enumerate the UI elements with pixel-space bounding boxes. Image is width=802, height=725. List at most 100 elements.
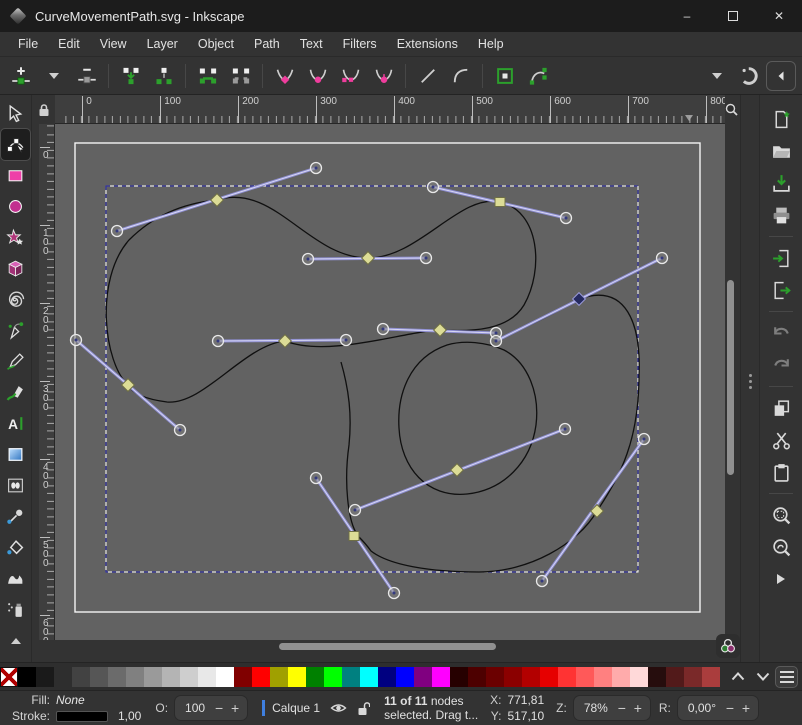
- canvas-svg[interactable]: [55, 124, 725, 640]
- zoom-value[interactable]: 78%: [578, 701, 614, 715]
- path-node-square[interactable]: [349, 532, 359, 541]
- palette-swatch[interactable]: [342, 667, 360, 687]
- palette-swatch[interactable]: [468, 667, 486, 687]
- calligraphy-tool[interactable]: [1, 377, 30, 408]
- palette-swatch[interactable]: [72, 667, 90, 687]
- palette-swatch[interactable]: [630, 667, 648, 687]
- insert-node-options-button[interactable]: [37, 60, 70, 92]
- palette-swatch[interactable]: [288, 667, 306, 687]
- opacity-spinner[interactable]: 100 − +: [174, 695, 248, 721]
- menu-help[interactable]: Help: [468, 34, 514, 54]
- layer-visibility-toggle[interactable]: [330, 701, 347, 715]
- palette-swatch[interactable]: [594, 667, 612, 687]
- star-tool[interactable]: [1, 222, 30, 253]
- menu-extensions[interactable]: Extensions: [387, 34, 468, 54]
- palette-swatch[interactable]: [486, 667, 504, 687]
- delete-node-button[interactable]: [70, 60, 103, 92]
- text-tool[interactable]: A: [1, 408, 30, 439]
- horizontal-scrollbar-thumb[interactable]: [279, 643, 496, 650]
- palette-swatch[interactable]: [360, 667, 378, 687]
- tweak-tool[interactable]: [1, 563, 30, 594]
- palette-swatch[interactable]: [36, 667, 54, 687]
- stroke-width-value[interactable]: 1,00: [118, 709, 141, 723]
- zoom-spinner[interactable]: 78% − +: [573, 695, 651, 721]
- palette-swatch[interactable]: [126, 667, 144, 687]
- rotation-decrease-button[interactable]: −: [722, 700, 738, 716]
- open-document-button[interactable]: [766, 136, 796, 166]
- opacity-increase-button[interactable]: +: [227, 700, 243, 716]
- palette-swatch[interactable]: [396, 667, 414, 687]
- palette-swatch[interactable]: [198, 667, 216, 687]
- spray-tool[interactable]: [1, 594, 30, 625]
- maximize-button[interactable]: [710, 0, 756, 32]
- make-smooth-button[interactable]: [301, 60, 334, 92]
- horizontal-ruler[interactable]: 0100200300400500600700800: [55, 95, 725, 124]
- palette-swatch[interactable]: [684, 667, 702, 687]
- palette-swatch[interactable]: [144, 667, 162, 687]
- layer-name[interactable]: Calque 1: [272, 701, 320, 715]
- menu-file[interactable]: File: [8, 34, 48, 54]
- segment-line-button[interactable]: [411, 60, 444, 92]
- segment-curve-button[interactable]: [444, 60, 477, 92]
- fill-stroke-indicator[interactable]: Fill: None Stroke: 1,00: [6, 693, 141, 723]
- palette-swatch[interactable]: [234, 667, 252, 687]
- menu-layer[interactable]: Layer: [137, 34, 188, 54]
- palette-swatch[interactable]: [540, 667, 558, 687]
- ruler-corner[interactable]: [32, 95, 55, 124]
- toolbox-overflow-button[interactable]: [1, 625, 30, 656]
- redo-button[interactable]: [766, 350, 796, 380]
- zoom-increase-button[interactable]: +: [630, 700, 646, 716]
- palette-menu-button[interactable]: [775, 666, 798, 688]
- box-3d-tool[interactable]: [1, 253, 30, 284]
- palette-swatch[interactable]: [216, 667, 234, 687]
- palette-swatch[interactable]: [306, 667, 324, 687]
- join-with-segment-button[interactable]: [191, 60, 224, 92]
- stroke-color-swatch[interactable]: [56, 711, 108, 722]
- dropper-tool[interactable]: [1, 501, 30, 532]
- palette-swatch[interactable]: [180, 667, 198, 687]
- rectangle-tool[interactable]: [1, 160, 30, 191]
- x-coord-options-button[interactable]: [700, 60, 733, 92]
- drawing-canvas[interactable]: [55, 124, 725, 640]
- palette-scroll-down-button[interactable]: [751, 666, 776, 688]
- pen-tool[interactable]: [1, 315, 30, 346]
- ellipse-tool[interactable]: [1, 191, 30, 222]
- save-document-button[interactable]: [766, 168, 796, 198]
- spiral-tool[interactable]: [1, 284, 30, 315]
- vertical-scrollbar-thumb[interactable]: [727, 280, 734, 475]
- palette-swatch[interactable]: [612, 667, 630, 687]
- zoom-drawing-button[interactable]: [766, 532, 796, 562]
- commandbar-overflow-button[interactable]: [766, 564, 796, 594]
- rotation-value[interactable]: 0,00°: [682, 701, 722, 715]
- rotation-spinner[interactable]: 0,00° − +: [677, 695, 759, 721]
- palette-scroll-up-button[interactable]: [726, 666, 751, 688]
- menu-edit[interactable]: Edit: [48, 34, 90, 54]
- break-nodes-button[interactable]: [147, 60, 180, 92]
- opacity-value[interactable]: 100: [179, 701, 211, 715]
- paint-bucket-tool[interactable]: [1, 532, 30, 563]
- vertical-scrollbar[interactable]: [725, 124, 737, 640]
- palette-swatch[interactable]: [648, 667, 666, 687]
- close-button[interactable]: ✕: [756, 0, 802, 32]
- rotation-increase-button[interactable]: +: [738, 700, 754, 716]
- palette-swatch[interactable]: [252, 667, 270, 687]
- insert-node-button[interactable]: [4, 60, 37, 92]
- make-auto-smooth-button[interactable]: [367, 60, 400, 92]
- vertical-ruler[interactable]: 0100200300400500600: [39, 124, 55, 640]
- make-symmetric-button[interactable]: [334, 60, 367, 92]
- export-button[interactable]: [766, 275, 796, 305]
- palette-swatch[interactable]: [504, 667, 522, 687]
- palette-swatch-none[interactable]: [0, 667, 18, 687]
- selector-tool[interactable]: [1, 98, 30, 129]
- palette-swatch[interactable]: [702, 667, 720, 687]
- palette-swatch[interactable]: [54, 667, 72, 687]
- horizontal-scrollbar[interactable]: [55, 640, 725, 653]
- mesh-gradient-tool[interactable]: [1, 470, 30, 501]
- paste-button[interactable]: [766, 457, 796, 487]
- minimize-button[interactable]: –: [664, 0, 710, 32]
- palette-swatch[interactable]: [576, 667, 594, 687]
- zoom-decrease-button[interactable]: −: [614, 700, 630, 716]
- stroke-to-path-button[interactable]: [521, 60, 554, 92]
- palette-swatch[interactable]: [558, 667, 576, 687]
- cut-button[interactable]: [766, 425, 796, 455]
